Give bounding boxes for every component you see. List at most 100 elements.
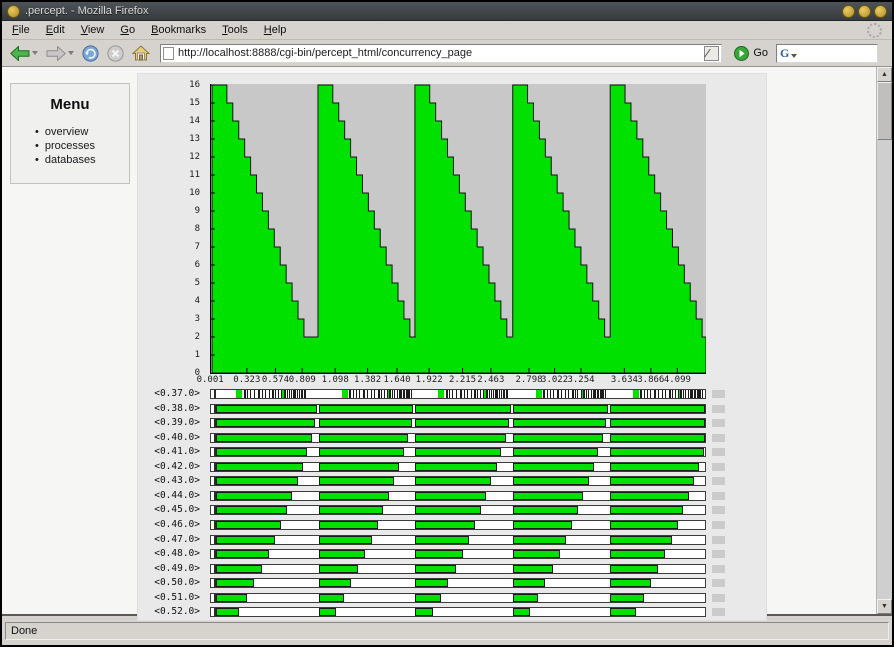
process-activity-bar[interactable]: [210, 490, 706, 501]
back-button[interactable]: [8, 44, 40, 63]
activity-tick: [281, 390, 283, 398]
start-tick: [214, 404, 217, 413]
busy-segment: [609, 521, 678, 529]
activity-tick: [564, 390, 566, 398]
sidebar-item-processes[interactable]: • processes: [35, 139, 129, 153]
back-dropdown-icon[interactable]: [32, 51, 38, 55]
titlebar[interactable]: .percept. - Mozilla Firefox: [2, 2, 892, 21]
process-activity-bar[interactable]: [210, 534, 706, 545]
close-button[interactable]: [874, 4, 887, 18]
process-id-link[interactable]: <0.49.0>: [138, 563, 200, 574]
home-button[interactable]: [130, 43, 152, 63]
activity-tick: [654, 390, 657, 398]
process-id-link[interactable]: <0.38.0>: [138, 403, 200, 414]
activity-tick: [636, 390, 639, 398]
process-id-link[interactable]: <0.40.0>: [138, 432, 200, 443]
activity-tick: [394, 390, 396, 398]
maximize-button[interactable]: [858, 4, 871, 18]
y-tick-label: 11: [189, 170, 200, 180]
process-id-link[interactable]: <0.37.0>: [138, 388, 200, 399]
throbber-icon: [867, 22, 882, 38]
process-activity-bar[interactable]: [210, 549, 706, 560]
row-end-stub: [712, 433, 725, 442]
scroll-down-button[interactable]: ▼: [877, 599, 892, 614]
process-activity-bar[interactable]: [210, 520, 706, 530]
process-activity-bar[interactable]: [210, 389, 706, 399]
search-engine-dropdown-icon[interactable]: [791, 53, 798, 58]
url-input[interactable]: [178, 47, 701, 59]
row-end-stub: [712, 608, 725, 617]
vertical-scrollbar[interactable]: ▲ ▼: [877, 67, 892, 614]
process-id-link[interactable]: <0.47.0>: [138, 534, 200, 545]
scrollbar-track[interactable]: [877, 82, 892, 599]
menu-go[interactable]: Go: [120, 24, 135, 36]
process-activity-bar[interactable]: [210, 447, 706, 458]
process-id-link[interactable]: <0.42.0>: [138, 461, 200, 472]
process-activity-bar[interactable]: [210, 418, 706, 429]
process-id-link[interactable]: <0.45.0>: [138, 504, 200, 515]
row-end-stub: [712, 579, 725, 588]
menu-view[interactable]: View: [81, 24, 105, 36]
activity-tick: [604, 390, 606, 398]
activity-tick: [286, 390, 288, 398]
process-id-link[interactable]: <0.48.0>: [138, 548, 200, 559]
busy-segment: [415, 462, 497, 471]
go-button[interactable]: Go: [734, 45, 768, 61]
menu-tools[interactable]: Tools: [222, 24, 248, 36]
forward-button[interactable]: [44, 44, 76, 63]
menu-file[interactable]: File: [12, 24, 30, 36]
busy-segment: [415, 521, 476, 529]
navigation-toolbar: Go G: [2, 40, 892, 67]
concurrency-chart[interactable]: [210, 84, 706, 374]
forward-dropdown-icon[interactable]: [68, 51, 74, 55]
process-activity-bar[interactable]: [210, 592, 706, 603]
scrollbar-thumb[interactable]: [877, 82, 892, 140]
process-id-link[interactable]: <0.39.0>: [138, 417, 200, 428]
process-id-link[interactable]: <0.50.0>: [138, 577, 200, 588]
activity-tick: [483, 390, 485, 398]
process-id-link[interactable]: <0.51.0>: [138, 592, 200, 603]
url-dropdown-button[interactable]: [704, 45, 720, 61]
process-activity-bar[interactable]: [210, 476, 706, 487]
reload-button[interactable]: [80, 43, 101, 64]
sidebar-item-databases[interactable]: • databases: [35, 153, 129, 167]
menu-help[interactable]: Help: [264, 24, 287, 36]
bullet-icon: •: [35, 126, 39, 138]
go-label: Go: [753, 47, 768, 59]
process-activity-bar[interactable]: [210, 578, 706, 589]
process-activity-bar[interactable]: [210, 403, 706, 414]
process-activity-bar[interactable]: [210, 432, 706, 443]
busy-segment: [609, 564, 659, 573]
scroll-up-button[interactable]: ▲: [877, 67, 892, 82]
minimize-button[interactable]: [842, 4, 855, 18]
process-activity-bar[interactable]: [210, 563, 706, 574]
busy-segment: [415, 593, 441, 602]
process-id-link[interactable]: <0.44.0>: [138, 490, 200, 501]
activity-tick: [386, 390, 388, 398]
busy-segment: [318, 564, 359, 573]
process-activity-bar[interactable]: [210, 505, 706, 516]
activity-tick: [359, 390, 361, 398]
menu-edit[interactable]: Edit: [46, 24, 65, 36]
stop-button[interactable]: [105, 43, 126, 64]
busy-segment: [609, 448, 704, 457]
sidebar-item-overview[interactable]: • overview: [35, 125, 129, 139]
activity-tick: [588, 390, 590, 398]
process-activity-bar[interactable]: [210, 461, 706, 472]
url-bar[interactable]: [160, 43, 723, 63]
busy-segment: [318, 462, 400, 471]
process-id-link[interactable]: <0.52.0>: [138, 606, 200, 617]
start-tick: [214, 593, 217, 602]
process-activity-bar[interactable]: [210, 607, 706, 618]
process-id-link[interactable]: <0.43.0>: [138, 475, 200, 486]
row-end-stub: [712, 419, 725, 428]
y-tick-label: 5: [194, 278, 200, 288]
activity-tick: [571, 390, 574, 398]
menu-bookmarks[interactable]: Bookmarks: [151, 24, 206, 36]
process-id-link[interactable]: <0.41.0>: [138, 446, 200, 457]
search-bar[interactable]: G: [776, 43, 878, 63]
process-id-link[interactable]: <0.46.0>: [138, 519, 200, 530]
activity-tick: [247, 390, 249, 398]
activity-tick: [380, 390, 382, 398]
search-engine-icon[interactable]: G: [780, 46, 789, 61]
